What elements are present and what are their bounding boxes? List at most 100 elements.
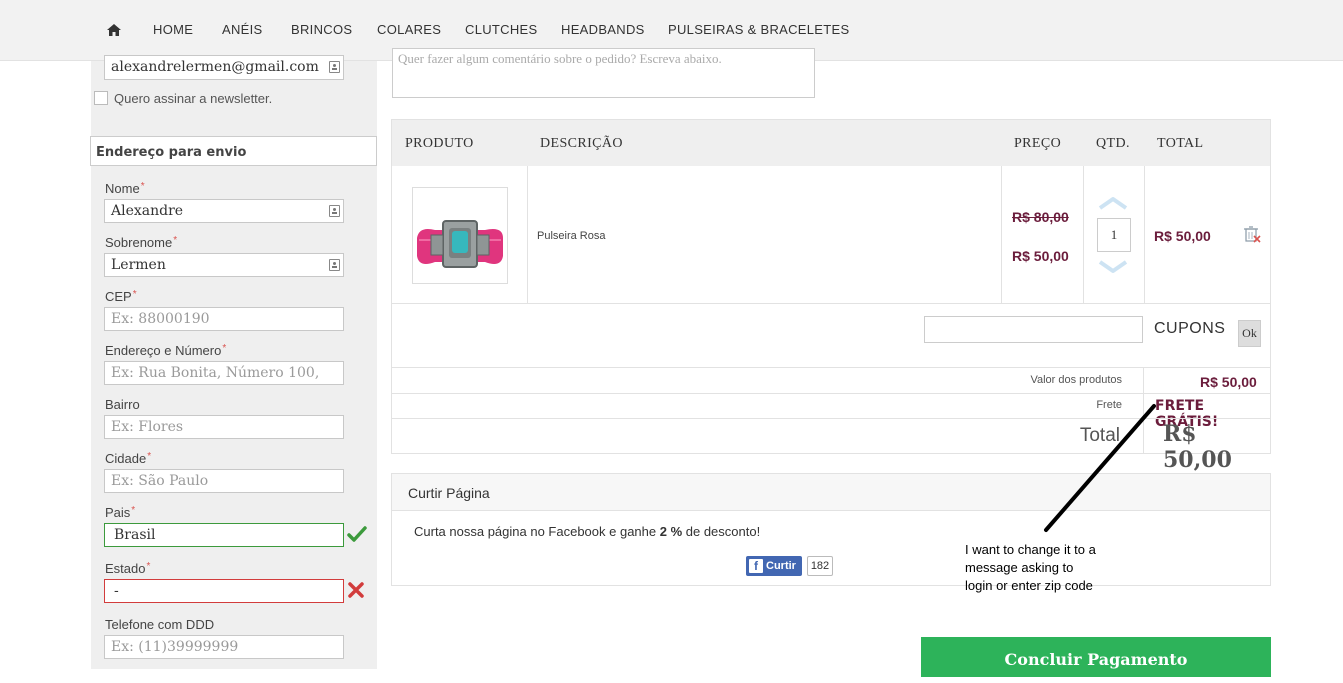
required-marker: * bbox=[173, 235, 178, 246]
like-text-after: de desconto! bbox=[682, 524, 761, 539]
telefone-label-text: Telefone com DDD bbox=[105, 617, 215, 632]
endereco-label-text: Endereço e Número bbox=[105, 343, 222, 358]
facebook-like-label: Curtir bbox=[766, 560, 796, 572]
nav-item-aneis[interactable]: ANÉIS bbox=[222, 22, 263, 37]
quantity-input[interactable]: 1 bbox=[1097, 218, 1131, 252]
bairro-label: Bairro bbox=[105, 397, 140, 412]
comment-partial-text: Quer fazer algum comentário sobre o pedi… bbox=[398, 51, 722, 66]
bairro-field[interactable]: Ex: Flores bbox=[104, 415, 344, 439]
nav-item-headbands[interactable]: HEADBANDS bbox=[561, 22, 645, 37]
remove-item-icon[interactable] bbox=[1243, 225, 1261, 243]
like-discount: 2 % bbox=[659, 524, 683, 539]
cidade-label: Cidade* bbox=[105, 451, 151, 466]
annotation-line: I want to change it to a bbox=[965, 542, 1096, 557]
qty-increase-icon[interactable] bbox=[1098, 196, 1128, 210]
email-field[interactable]: alexandrelermen@gmail.com bbox=[104, 55, 344, 80]
checkout-form-panel: alexandrelermen@gmail.com Quero assinar … bbox=[90, 55, 377, 669]
bracelet-image bbox=[417, 220, 503, 268]
home-icon[interactable] bbox=[106, 23, 122, 37]
total-value: R$ 50,00 bbox=[1163, 421, 1232, 473]
telefone-label: Telefone com DDD bbox=[105, 617, 214, 632]
facebook-icon: f bbox=[749, 559, 763, 573]
coupon-input[interactable] bbox=[924, 316, 1143, 343]
subtotal-label: Valor dos produtos bbox=[1030, 374, 1122, 386]
sobrenome-label-text: Sobrenome bbox=[105, 235, 173, 250]
annotation-note: I want to change it to a message asking … bbox=[965, 541, 1135, 595]
nav-item-clutches[interactable]: CLUTCHES bbox=[465, 22, 537, 37]
col-produto: PRODUTO bbox=[405, 136, 474, 151]
required-marker: * bbox=[132, 289, 137, 300]
product-description[interactable]: Pulseira Rosa bbox=[537, 230, 605, 242]
contact-card-icon bbox=[329, 61, 340, 73]
nome-value: Alexandre bbox=[111, 203, 184, 219]
pais-label-text: Pais bbox=[105, 505, 131, 520]
like-text-before: Curta nossa página no Facebook e ganhe bbox=[414, 524, 660, 539]
bairro-label-text: Bairro bbox=[105, 397, 140, 412]
col-descricao: DESCRIÇÃO bbox=[540, 136, 623, 151]
required-marker: * bbox=[140, 181, 145, 192]
col-preco: PREÇO bbox=[1014, 136, 1062, 151]
cep-label: CEP* bbox=[105, 289, 137, 304]
error-x-icon bbox=[348, 582, 364, 598]
col-total: TOTAL bbox=[1157, 136, 1204, 151]
nav-item-colares[interactable]: COLARES bbox=[377, 22, 441, 37]
current-price: R$ 50,00 bbox=[1012, 248, 1069, 264]
nome-label-text: Nome bbox=[105, 181, 140, 196]
divider bbox=[392, 393, 1270, 394]
facebook-like-button[interactable]: f Curtir bbox=[746, 556, 802, 576]
nav-item-home[interactable]: HOME bbox=[153, 22, 193, 37]
newsletter-label: Quero assinar a newsletter. bbox=[114, 91, 273, 106]
cidade-label-text: Cidade bbox=[105, 451, 147, 466]
divider bbox=[392, 303, 1270, 304]
sobrenome-value: Lermen bbox=[111, 257, 166, 273]
newsletter-checkbox[interactable] bbox=[94, 91, 108, 105]
nome-field[interactable]: Alexandre bbox=[104, 199, 344, 223]
sobrenome-field[interactable]: Lermen bbox=[104, 253, 344, 277]
item-total: R$ 50,00 bbox=[1154, 228, 1211, 244]
divider bbox=[1083, 166, 1084, 303]
cart-header-row: PRODUTO DESCRIÇÃO PREÇO QTD. TOTAL bbox=[392, 120, 1270, 166]
product-image[interactable] bbox=[412, 187, 508, 284]
order-comment-textarea[interactable]: Quer fazer algum comentário sobre o pedi… bbox=[392, 48, 815, 98]
estado-label-text: Estado bbox=[105, 561, 146, 576]
endereco-field[interactable]: Ex: Rua Bonita, Número 100, bbox=[104, 361, 344, 385]
concluir-pagamento-button[interactable]: Concluir Pagamento bbox=[921, 637, 1271, 677]
nav-item-brincos[interactable]: BRINCOS bbox=[291, 22, 352, 37]
estado-label: Estado* bbox=[105, 561, 150, 576]
cidade-field[interactable]: Ex: São Paulo bbox=[104, 469, 344, 493]
coupon-label: CUPONS bbox=[1154, 320, 1226, 337]
coupon-ok-button[interactable]: Ok bbox=[1238, 320, 1261, 347]
subtotal-value: R$ 50,00 bbox=[1200, 374, 1257, 390]
required-marker: * bbox=[131, 505, 136, 516]
required-marker: * bbox=[147, 451, 152, 462]
annotation-arrow bbox=[1044, 404, 1156, 532]
divider bbox=[392, 367, 1270, 368]
like-panel-text: Curta nossa página no Facebook e ganhe 2… bbox=[414, 524, 760, 539]
nav-item-pulseiras[interactable]: PULSEIRAS & BRACELETES bbox=[668, 22, 849, 37]
qty-decrease-icon[interactable] bbox=[1098, 260, 1128, 274]
divider bbox=[1001, 166, 1002, 303]
required-marker: * bbox=[222, 343, 227, 354]
divider bbox=[527, 166, 528, 303]
email-value: alexandrelermen@gmail.com bbox=[111, 59, 319, 75]
annotation-line: login or enter zip code bbox=[965, 578, 1093, 593]
pais-label: Pais* bbox=[105, 505, 135, 520]
cep-field[interactable]: Ex: 88000190 bbox=[104, 307, 344, 331]
required-marker: * bbox=[146, 561, 151, 572]
facebook-like-count: 182 bbox=[807, 556, 833, 576]
endereco-label: Endereço e Número* bbox=[105, 343, 226, 358]
check-icon bbox=[347, 526, 367, 542]
contact-card-icon bbox=[329, 205, 340, 217]
telefone-field[interactable]: Ex: (11)39999999 bbox=[104, 635, 344, 659]
estado-select[interactable]: - bbox=[104, 579, 344, 603]
contact-card-icon bbox=[329, 259, 340, 271]
sobrenome-label: Sobrenome* bbox=[105, 235, 177, 250]
annotation-line: message asking to bbox=[965, 560, 1074, 575]
col-qtd: QTD. bbox=[1096, 136, 1130, 151]
pais-select[interactable]: Brasil bbox=[104, 523, 344, 547]
divider bbox=[1144, 166, 1145, 303]
cep-label-text: CEP bbox=[105, 289, 132, 304]
nome-label: Nome* bbox=[105, 181, 145, 196]
shipping-section-title: Endereço para envio bbox=[90, 136, 377, 166]
old-price: R$ 80,00 bbox=[1012, 209, 1069, 225]
